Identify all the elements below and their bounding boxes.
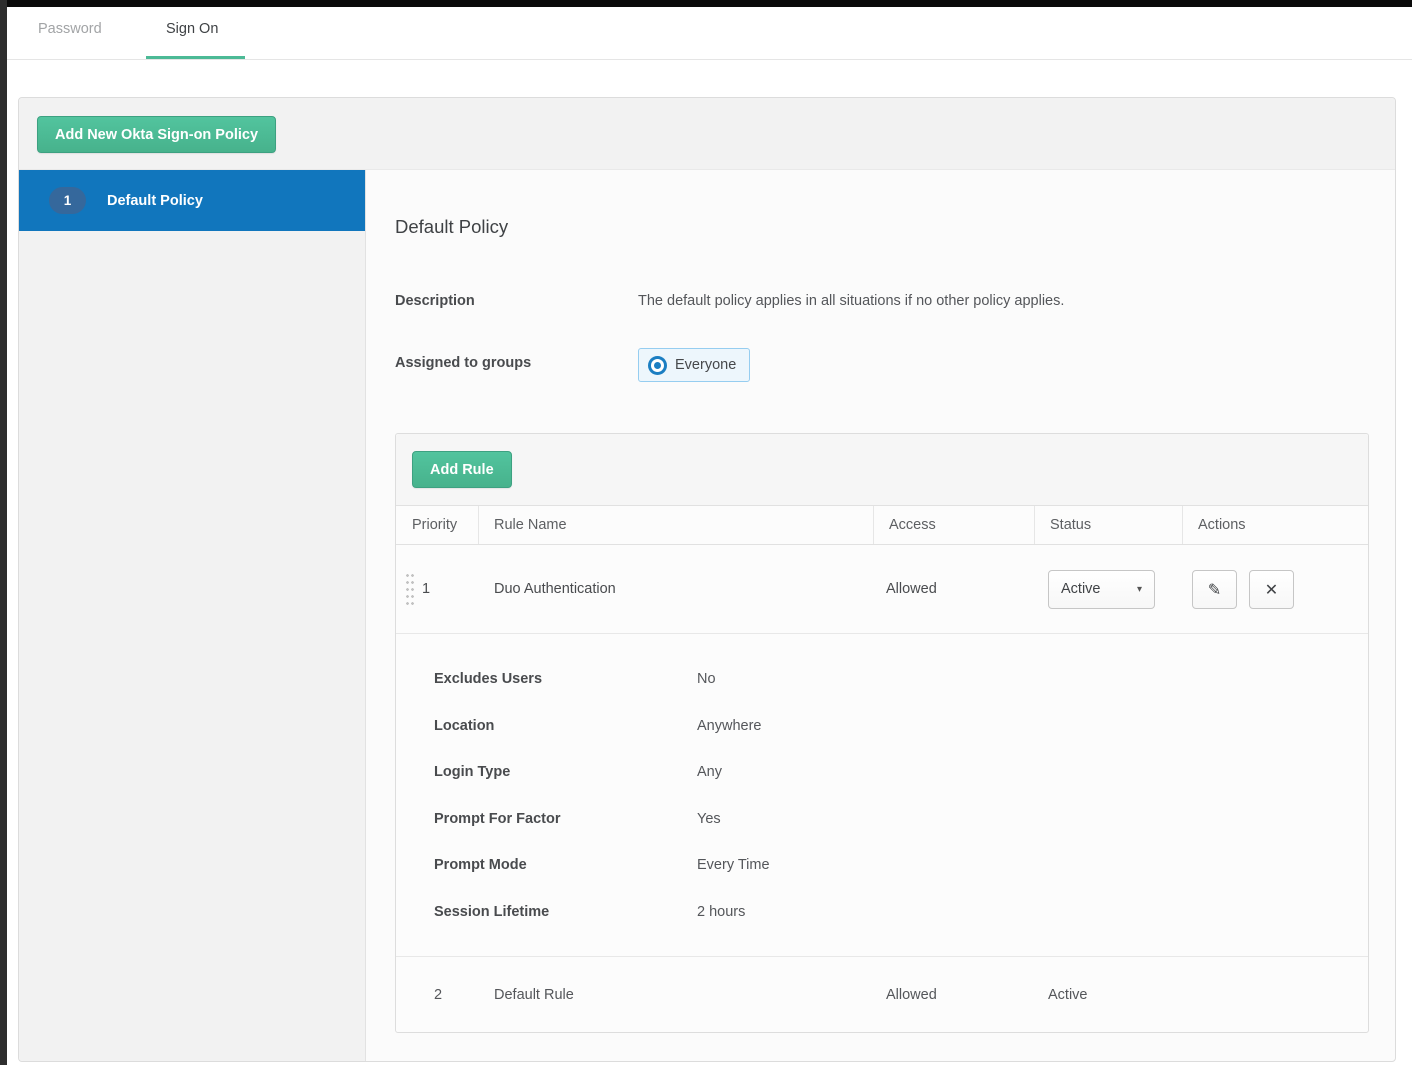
group-chip-everyone[interactable]: Everyone — [638, 348, 751, 382]
detail-row-session-lifetime: Session Lifetime 2 hours — [396, 889, 1368, 936]
okta-group-icon — [648, 355, 667, 375]
column-header-priority: Priority — [412, 517, 458, 533]
tab-bar: Password Sign On — [7, 7, 1412, 60]
detail-value: 2 hours — [697, 903, 746, 920]
chevron-down-icon: ▾ — [1136, 583, 1142, 595]
detail-value: Any — [697, 764, 722, 781]
description-label: Description — [395, 293, 475, 309]
policy-list-item-default-policy[interactable]: 1 Default Policy — [19, 170, 365, 231]
pencil-icon: ✎ — [1207, 579, 1222, 599]
detail-label: Excludes Users — [434, 671, 543, 688]
policy-detail-content: Default Policy Description The default p… — [367, 170, 1395, 1061]
rules-panel: Add Rule Priority Rule Name Access Statu… — [395, 433, 1369, 1033]
rule-status: Active — [1048, 986, 1088, 1003]
column-header-access: Access — [873, 506, 1034, 544]
rule-row-default-rule: 2 Default Rule Allowed Active — [396, 957, 1368, 1032]
policy-item-label: Default Policy — [107, 192, 203, 209]
rule-priority: 1 — [422, 581, 431, 597]
status-select[interactable]: Active ▾ — [1048, 569, 1155, 609]
column-header-actions: Actions — [1182, 506, 1368, 544]
drag-handle-icon[interactable] — [405, 572, 414, 608]
window-frame-top — [0, 0, 1412, 7]
detail-value: No — [697, 671, 716, 688]
delete-rule-button[interactable]: ✕ — [1249, 569, 1294, 609]
assigned-groups-label: Assigned to groups — [395, 355, 532, 371]
rule-name: Default Rule — [494, 986, 574, 1003]
rule-status-cell: Active ▾ — [1034, 545, 1182, 633]
detail-row-location: Location Anywhere — [396, 703, 1368, 750]
group-chip-label: Everyone — [675, 357, 737, 373]
detail-value: Anywhere — [697, 717, 762, 734]
rule-priority-cell: 1 — [396, 545, 478, 633]
column-header-rule-name: Rule Name — [478, 506, 873, 544]
rules-panel-header: Add Rule — [396, 434, 1368, 506]
detail-label: Location — [434, 717, 495, 734]
panel-header: Add New Okta Sign-on Policy — [19, 98, 1395, 170]
rule-access: Allowed — [886, 581, 937, 597]
sign-on-policy-panel: Add New Okta Sign-on Policy 1 Default Po… — [18, 97, 1396, 1062]
tab-bar-divider — [7, 59, 1412, 60]
detail-label: Prompt Mode — [434, 857, 527, 874]
tab-sign-on[interactable]: Sign On — [166, 21, 218, 37]
detail-value: Yes — [697, 810, 721, 827]
detail-label: Prompt For Factor — [434, 810, 561, 827]
rule-details-section: Excludes Users No Location Anywhere Logi… — [396, 634, 1368, 957]
rule-actions-cell: ✎ ✕ — [1182, 545, 1368, 633]
detail-value: Every Time — [697, 857, 770, 874]
close-icon: ✕ — [1264, 579, 1279, 599]
tab-password[interactable]: Password — [38, 21, 102, 37]
okta-sign-on-policy-screen: Password Sign On Add New Okta Sign-on Po… — [0, 0, 1412, 1075]
detail-row-excludes-users: Excludes Users No — [396, 656, 1368, 703]
column-header-status: Status — [1034, 506, 1182, 544]
rules-table-header: Priority Rule Name Access Status Actions — [396, 506, 1368, 545]
policy-list-sidebar: 1 Default Policy — [19, 170, 366, 1061]
detail-row-prompt-for-factor: Prompt For Factor Yes — [396, 796, 1368, 843]
add-rule-button[interactable]: Add Rule — [412, 451, 512, 488]
rule-row-duo-authentication: 1 Duo Authentication Allowed Active ▾ ✎ … — [396, 545, 1368, 634]
rule-actions-cell-empty — [1182, 957, 1368, 1032]
description-value: The default policy applies in all situat… — [638, 293, 1065, 309]
window-frame-left — [0, 0, 7, 1065]
detail-row-prompt-mode: Prompt Mode Every Time — [396, 842, 1368, 889]
detail-label: Login Type — [434, 764, 511, 781]
add-policy-button[interactable]: Add New Okta Sign-on Policy — [37, 116, 277, 153]
policy-title: Default Policy — [395, 216, 509, 237]
detail-label: Session Lifetime — [434, 903, 550, 920]
status-select-value: Active — [1061, 581, 1101, 597]
rule-access: Allowed — [886, 986, 937, 1003]
edit-rule-button[interactable]: ✎ — [1192, 569, 1237, 609]
rule-priority: 2 — [434, 986, 443, 1003]
rule-name: Duo Authentication — [494, 581, 616, 597]
policy-priority-badge: 1 — [49, 187, 86, 214]
detail-row-login-type: Login Type Any — [396, 749, 1368, 796]
